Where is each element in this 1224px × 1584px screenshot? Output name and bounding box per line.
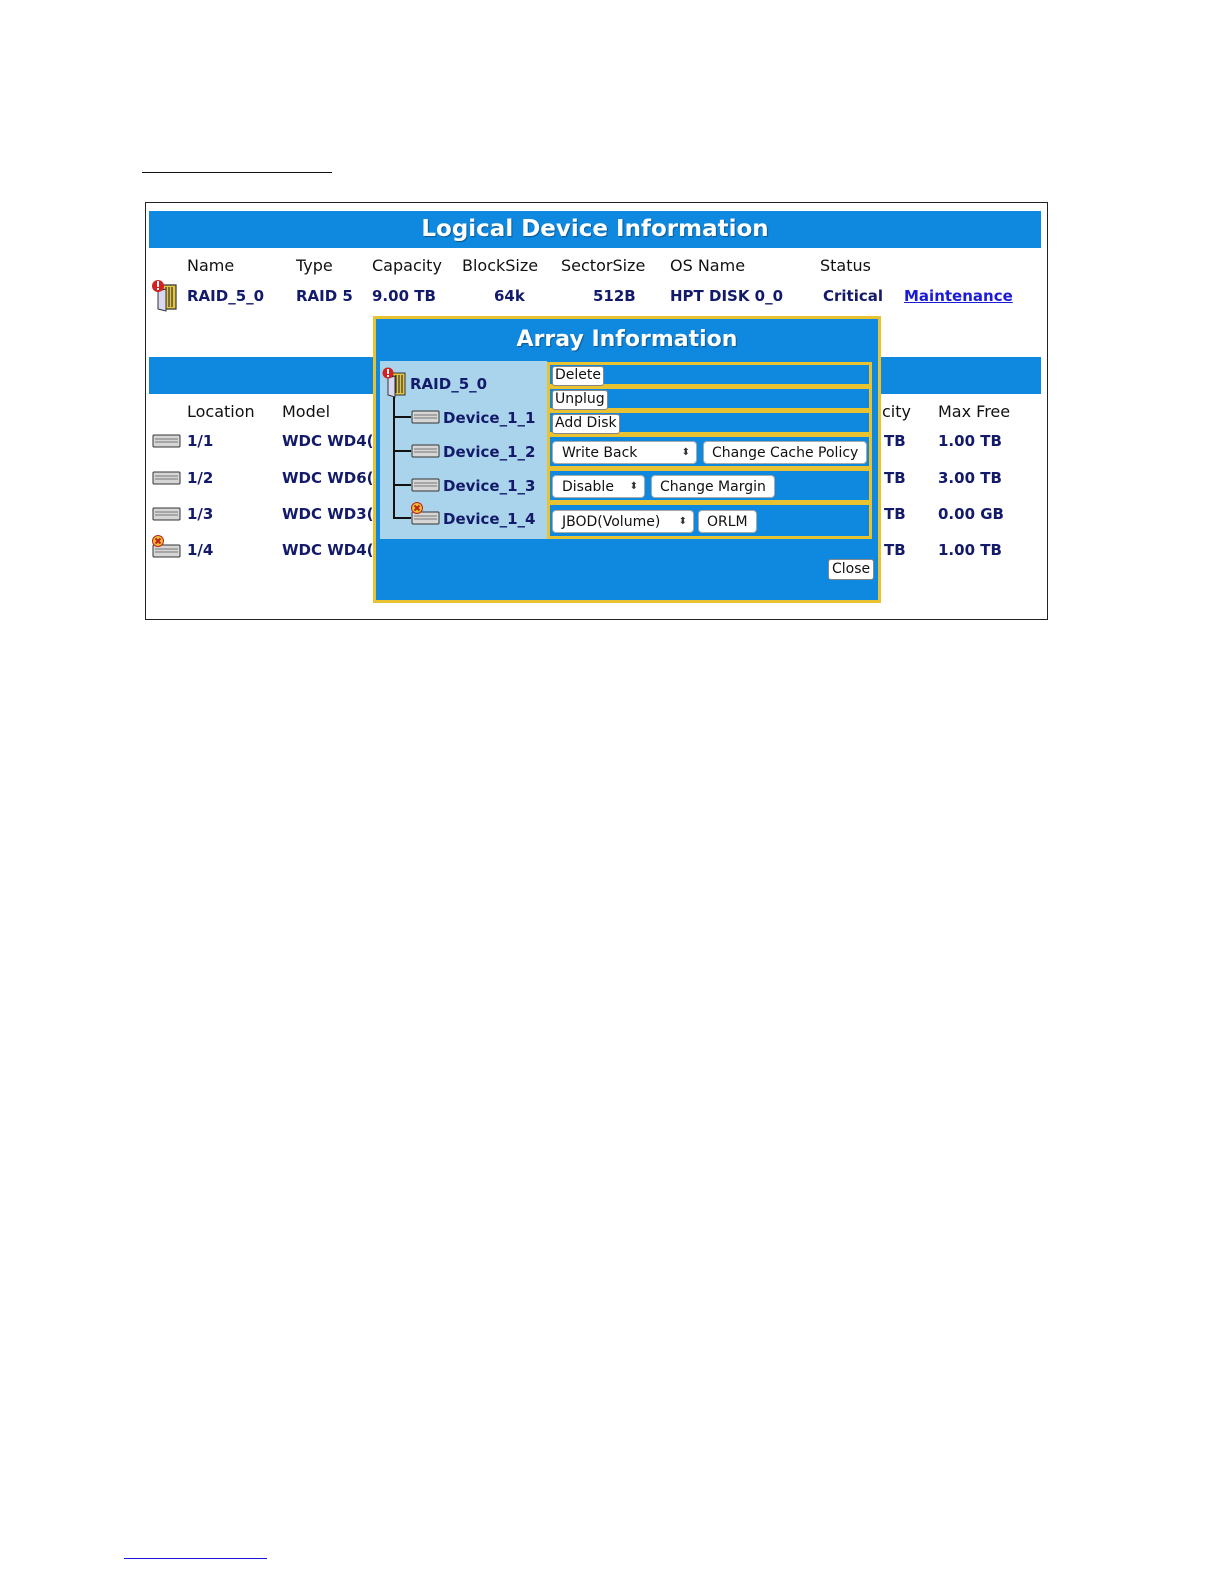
tree-branch (393, 450, 411, 452)
disk-icon (152, 471, 181, 485)
table-row-model: WDC WD4( (282, 541, 374, 559)
change-cache-policy-button[interactable]: Change Cache Policy (703, 441, 868, 464)
failed-disk-icon (152, 535, 181, 558)
table-row-location: 1/2 (187, 469, 214, 487)
table-row-capacity: TB (884, 505, 906, 523)
table-row-max-free: 0.00 GB (938, 505, 1004, 523)
add-disk-row: Add Disk (547, 410, 872, 435)
logical-device-banner: Logical Device Information (149, 211, 1041, 248)
table-row-max-free: 3.00 TB (938, 469, 1002, 487)
delete-row: Delete (547, 362, 872, 387)
header-max-free: Max Free (938, 402, 1011, 421)
table-row-location: 1/4 (187, 541, 214, 559)
cache-policy-row: Write Back ⬍ Change Cache Policy (547, 434, 872, 469)
header-divider (142, 172, 332, 173)
select-arrows-icon: ⬍ (681, 447, 690, 458)
screenshot-frame: Logical Device Information Name Type Cap… (145, 202, 1048, 620)
select-arrows-icon: ⬍ (629, 481, 638, 492)
header-model: Model (282, 402, 331, 421)
table-row-location: 1/3 (187, 505, 214, 523)
change-margin-button[interactable]: Change Margin (651, 475, 775, 498)
tree-array-name[interactable]: RAID_5_0 (410, 375, 487, 393)
unplug-button[interactable]: Unplug (552, 390, 608, 410)
orlm-value: JBOD(Volume) (562, 514, 661, 530)
table-row-max-free: 1.00 TB (938, 432, 1002, 450)
tree-branch (393, 517, 411, 519)
orlm-select[interactable]: JBOD(Volume) ⬍ (552, 510, 694, 533)
table-row-capacity: TB (884, 432, 906, 450)
cache-policy-value: Write Back (562, 445, 638, 461)
table-row-location: 1/1 (187, 432, 214, 450)
header-capacity-partial: city (882, 402, 911, 421)
array-warning-icon (152, 280, 177, 312)
table-row-capacity: TB (884, 541, 906, 559)
margin-select[interactable]: Disable ⬍ (552, 475, 645, 498)
margin-value: Disable (562, 479, 614, 495)
disk-icon (411, 478, 440, 492)
disk-icon (411, 410, 440, 424)
array-information-dialog: Array Information RAID_5_0 Device_1_1 De… (373, 316, 881, 603)
disk-icon (152, 434, 181, 448)
tree-device[interactable]: Device_1_4 (443, 510, 535, 528)
add-disk-button[interactable]: Add Disk (552, 414, 620, 434)
tree-branch (393, 416, 411, 418)
header-sectorsize: SectorSize (561, 256, 646, 275)
tree-branch (393, 484, 411, 486)
table-row-max-free: 1.00 TB (938, 541, 1002, 559)
header-blocksize: BlockSize (462, 256, 539, 275)
header-os-name: OS Name (670, 256, 746, 275)
logical-name: RAID_5_0 (187, 287, 265, 305)
failed-disk-icon (411, 502, 440, 525)
header-type: Type (296, 256, 333, 275)
header-capacity: Capacity (372, 256, 442, 275)
logical-status: Critical (823, 287, 884, 305)
disk-icon (152, 507, 181, 521)
table-row-model: WDC WD6( (282, 469, 374, 487)
unplug-row: Unplug (547, 386, 872, 411)
array-tree: RAID_5_0 Device_1_1 Device_1_2 Device_1_ (380, 361, 547, 539)
table-row-capacity: TB (884, 469, 906, 487)
tree-device[interactable]: Device_1_3 (443, 477, 535, 495)
cache-policy-select[interactable]: Write Back ⬍ (552, 441, 697, 464)
logical-type: RAID 5 (296, 287, 353, 305)
logical-sectorsize: 512B (593, 287, 636, 305)
tree-device[interactable]: Device_1_1 (443, 409, 535, 427)
maintenance-link[interactable]: Maintenance (904, 287, 1013, 305)
dialog-title: Array Information (516, 327, 738, 352)
disk-icon (411, 444, 440, 458)
array-warning-icon (382, 367, 406, 398)
header-status: Status (820, 256, 871, 275)
logical-os-name: HPT DISK 0_0 (670, 287, 784, 305)
header-location: Location (187, 402, 255, 421)
table-row-model: WDC WD3( (282, 505, 374, 523)
select-arrows-icon: ⬍ (678, 516, 687, 527)
table-row-model: WDC WD4( (282, 432, 374, 450)
delete-button[interactable]: Delete (552, 366, 604, 386)
tree-device[interactable]: Device_1_2 (443, 443, 535, 461)
logical-capacity: 9.00 TB (372, 287, 436, 305)
close-button[interactable]: Close (828, 559, 875, 580)
margin-row: Disable ⬍ Change Margin (547, 468, 872, 503)
logical-blocksize: 64k (494, 287, 525, 305)
orlm-button[interactable]: ORLM (698, 510, 757, 533)
orlm-row: JBOD(Volume) ⬍ ORLM (547, 502, 872, 539)
footnote-divider (124, 1558, 267, 1559)
header-name: Name (187, 256, 235, 275)
